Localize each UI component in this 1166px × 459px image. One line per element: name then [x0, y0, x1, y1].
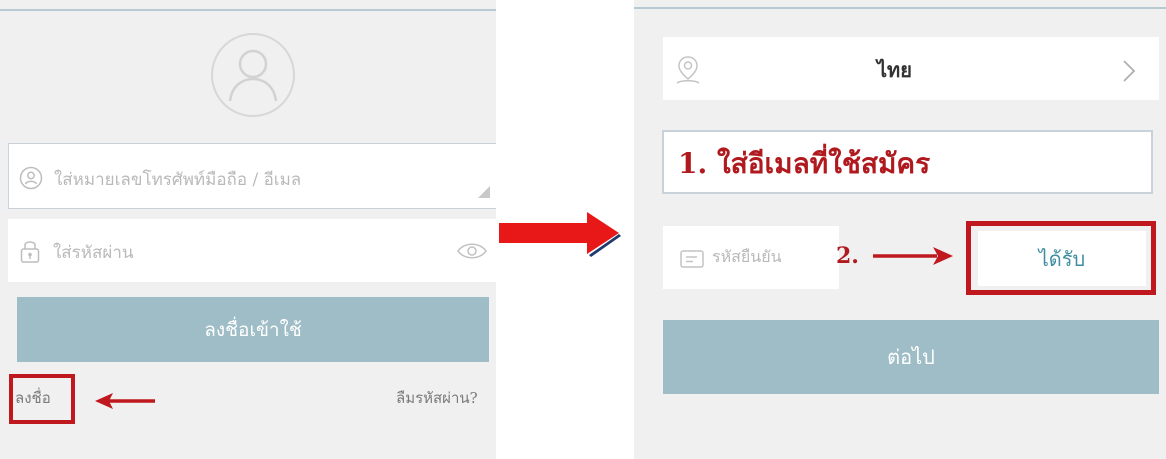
verification-code-placeholder: รหัสยืนยัน	[712, 247, 782, 266]
code-card-icon	[680, 250, 704, 272]
password-field[interactable]: ใส่รหัสผ่าน	[8, 219, 496, 282]
register-highlight-box	[9, 374, 75, 424]
arrow-left-icon	[95, 391, 157, 415]
location-pin-icon	[675, 55, 701, 89]
get-code-highlight-box	[966, 221, 1156, 295]
step1-annotation: 1. ใส่อีเมลที่ใช้สมัคร	[678, 147, 931, 180]
avatar-icon	[211, 33, 295, 117]
country-value: ไทย	[877, 58, 912, 82]
phone-email-placeholder: ใส่หมายเลขโทรศัพท์มือถือ / อีเมล	[54, 170, 302, 190]
resize-handle-icon	[478, 183, 490, 202]
password-placeholder: ใส่รหัสผ่าน	[53, 243, 134, 263]
top-divider	[634, 7, 1166, 9]
step2-annotation: 2.	[836, 243, 859, 269]
eye-icon[interactable]	[456, 241, 488, 265]
top-divider	[0, 9, 496, 11]
login-button[interactable]: ลงชื่อเข้าใช้	[17, 297, 489, 362]
lock-icon	[18, 238, 42, 268]
next-button[interactable]: ต่อไป	[663, 320, 1159, 394]
arrow-right-icon	[497, 208, 621, 262]
chevron-right-icon[interactable]	[1122, 59, 1136, 87]
arrow-right-icon	[871, 244, 955, 272]
forgot-password-link[interactable]: ลืมรหัสผ่าน?	[396, 386, 478, 410]
phone-email-field[interactable]: ใส่หมายเลขโทรศัพท์มือถือ / อีเมล	[8, 143, 496, 209]
user-circle-icon	[19, 166, 43, 194]
